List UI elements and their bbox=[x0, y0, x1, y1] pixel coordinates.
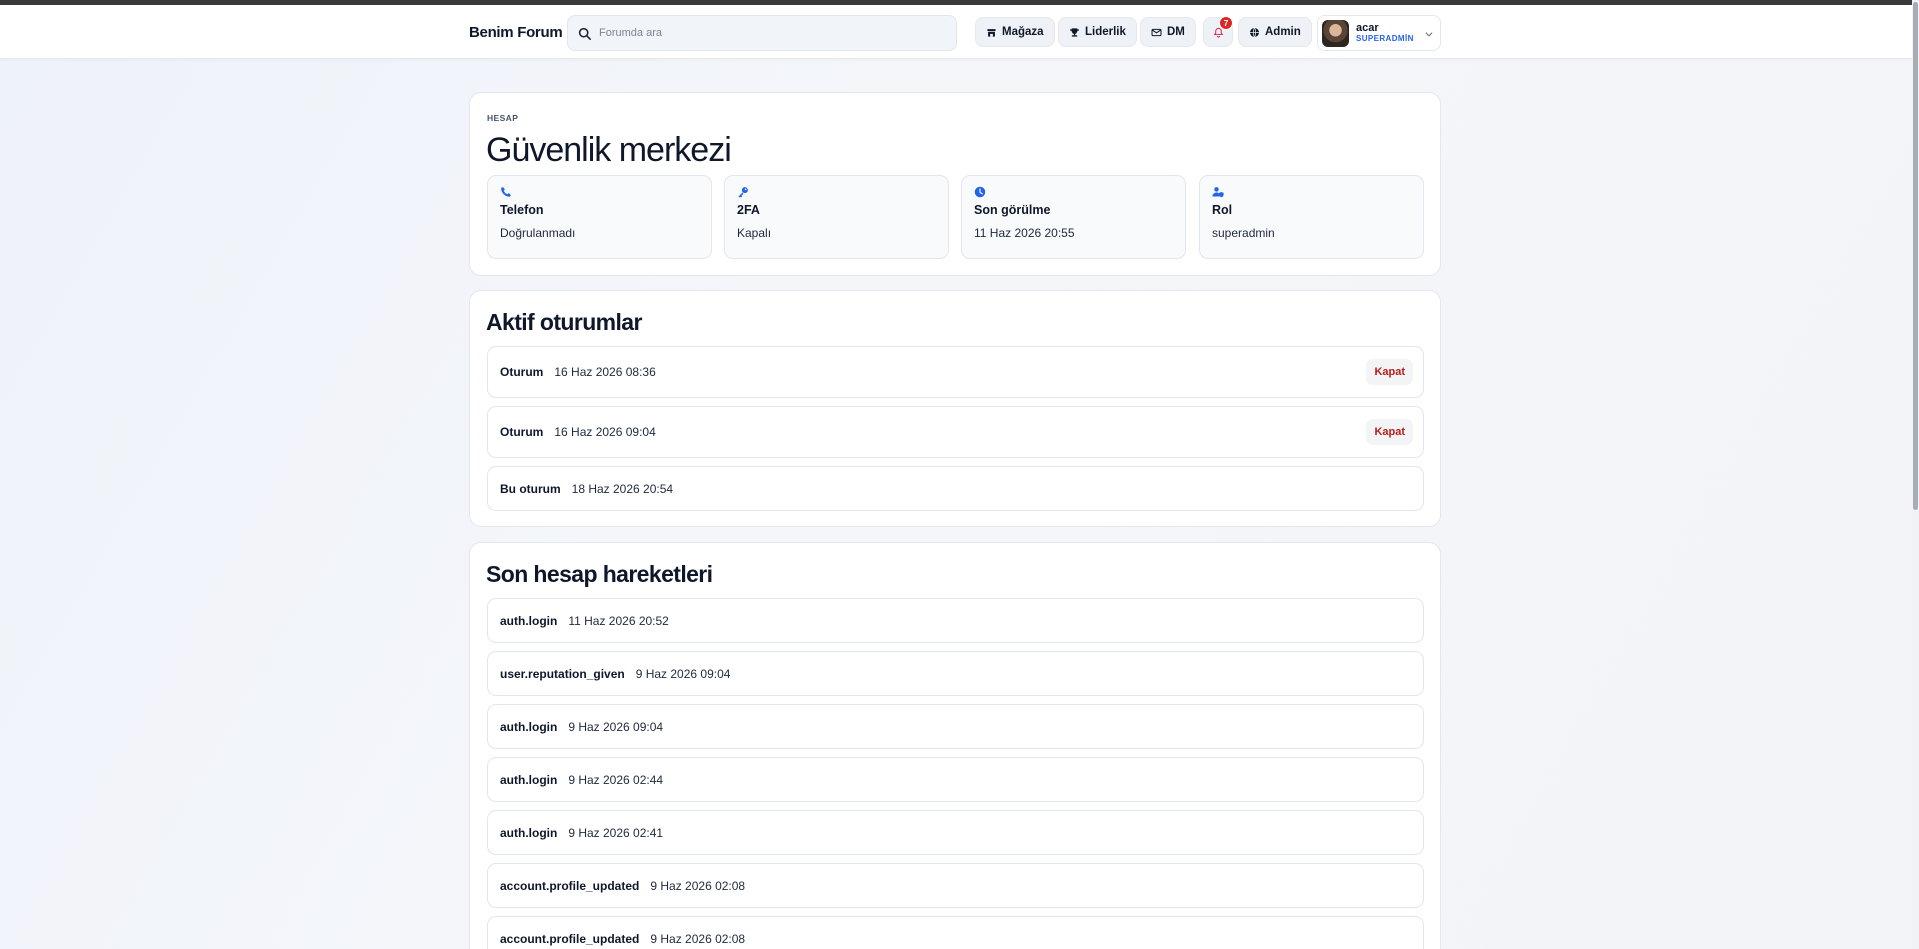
stat-value: Kapalı bbox=[737, 226, 772, 240]
activity-row: account.profile_updated 9 Haz 2026 02:08 bbox=[487, 863, 1424, 908]
session-row: Oturum 16 Haz 2026 09:04 Kapat bbox=[487, 406, 1424, 458]
user-menu[interactable]: acar SUPERADMİN bbox=[1317, 15, 1441, 51]
leaderboard-label: Liderlik bbox=[1085, 26, 1126, 38]
brand-logo[interactable]: Benim Forum bbox=[469, 24, 563, 41]
dm-label: DM bbox=[1167, 26, 1185, 38]
chevron-down-icon bbox=[1425, 32, 1433, 37]
trophy-icon bbox=[1070, 27, 1079, 37]
activity-row: user.reputation_given 9 Haz 2026 09:04 bbox=[487, 651, 1424, 696]
scrollbar-thumb[interactable] bbox=[1913, 2, 1918, 510]
key-icon bbox=[738, 187, 748, 198]
stat-value: superadmin bbox=[1212, 226, 1275, 240]
activity-row: auth.login 9 Haz 2026 09:04 bbox=[487, 704, 1424, 749]
user-name: acar bbox=[1356, 22, 1379, 35]
session-label: Bu oturum bbox=[500, 481, 561, 496]
search-icon bbox=[578, 27, 591, 40]
activity-time: 11 Haz 2026 20:52 bbox=[568, 613, 669, 628]
stat-2fa: 2FA Kapalı bbox=[724, 175, 949, 259]
session-time: 18 Haz 2026 20:54 bbox=[571, 481, 674, 496]
search-input[interactable] bbox=[599, 27, 929, 39]
session-row-current: Bu oturum 18 Haz 2026 20:54 bbox=[487, 466, 1424, 511]
site-header: Benim Forum Mağaza Liderlik DM 7 Admin a… bbox=[0, 5, 1912, 59]
clock-icon bbox=[974, 186, 986, 198]
stat-phone: Telefon Doğrulanmadı bbox=[487, 175, 712, 259]
activity-time: 9 Haz 2026 02:08 bbox=[650, 931, 746, 946]
search-box[interactable] bbox=[567, 15, 957, 51]
activity-time: 9 Haz 2026 02:44 bbox=[568, 772, 664, 787]
activity-time: 9 Haz 2026 09:04 bbox=[568, 719, 664, 734]
admin-label: Admin bbox=[1265, 26, 1301, 38]
stat-last-seen: Son görülme 11 Haz 2026 20:55 bbox=[961, 175, 1186, 259]
activity-time: 9 Haz 2026 02:08 bbox=[650, 878, 746, 893]
user-shield-icon bbox=[1212, 187, 1224, 198]
user-role-badge: SUPERADMİN bbox=[1356, 33, 1414, 43]
section-eyebrow: HESAP bbox=[487, 113, 519, 123]
close-session-button[interactable]: Kapat bbox=[1366, 359, 1413, 385]
activity-event: account.profile_updated bbox=[500, 878, 640, 893]
activity-title: Son hesap hareketleri bbox=[486, 561, 713, 587]
phone-icon bbox=[501, 187, 511, 197]
store-icon bbox=[987, 28, 996, 37]
session-time: 16 Haz 2026 08:36 bbox=[554, 365, 656, 379]
session-label: Oturum bbox=[500, 365, 544, 379]
security-overview-card: HESAP Güvenlik merkezi Telefon Doğrulanm… bbox=[469, 92, 1441, 276]
activity-row: auth.login 9 Haz 2026 02:41 bbox=[487, 810, 1424, 855]
account-activity-card: Son hesap hareketleri auth.login 11 Haz … bbox=[469, 542, 1441, 949]
stat-label: 2FA bbox=[737, 203, 760, 217]
session-time: 16 Haz 2026 09:04 bbox=[554, 425, 656, 439]
activity-row: account.profile_updated 9 Haz 2026 02:08 bbox=[487, 916, 1424, 949]
activity-event: auth.login bbox=[500, 613, 558, 628]
dm-button[interactable]: DM bbox=[1140, 17, 1196, 47]
stat-value: 11 Haz 2026 20:55 bbox=[974, 226, 1075, 240]
page-scrollbar[interactable] bbox=[1912, 0, 1919, 949]
stat-value: Doğrulanmadı bbox=[500, 226, 576, 240]
store-label: Mağaza bbox=[1002, 26, 1044, 38]
close-session-button[interactable]: Kapat bbox=[1366, 419, 1413, 445]
globe-icon bbox=[1250, 27, 1259, 37]
stat-label: Son görülme bbox=[974, 203, 1051, 217]
leaderboard-button[interactable]: Liderlik bbox=[1058, 17, 1137, 47]
activity-row: auth.login 11 Haz 2026 20:52 bbox=[487, 598, 1424, 643]
stat-label: Rol bbox=[1212, 203, 1233, 217]
activity-event: account.profile_updated bbox=[500, 931, 640, 946]
session-row: Oturum 16 Haz 2026 08:36 Kapat bbox=[487, 346, 1424, 398]
active-sessions-card: Aktif oturumlar Oturum 16 Haz 2026 08:36… bbox=[469, 290, 1441, 527]
activity-event: user.reputation_given bbox=[500, 666, 625, 681]
activity-time: 9 Haz 2026 02:41 bbox=[568, 825, 664, 840]
avatar bbox=[1322, 19, 1349, 47]
notification-count-badge: 7 bbox=[1219, 16, 1233, 30]
activity-time: 9 Haz 2026 09:04 bbox=[635, 666, 731, 681]
stat-label: Telefon bbox=[500, 203, 544, 217]
mail-icon bbox=[1151, 28, 1162, 36]
admin-button[interactable]: Admin bbox=[1238, 17, 1312, 47]
stat-role: Rol superadmin bbox=[1199, 175, 1424, 259]
sessions-title: Aktif oturumlar bbox=[486, 309, 642, 335]
page-title: Güvenlik merkezi bbox=[486, 131, 732, 169]
activity-event: auth.login bbox=[500, 719, 558, 734]
session-label: Oturum bbox=[500, 425, 544, 439]
activity-row: auth.login 9 Haz 2026 02:44 bbox=[487, 757, 1424, 802]
store-button[interactable]: Mağaza bbox=[975, 17, 1055, 47]
activity-event: auth.login bbox=[500, 772, 558, 787]
activity-event: auth.login bbox=[500, 825, 558, 840]
